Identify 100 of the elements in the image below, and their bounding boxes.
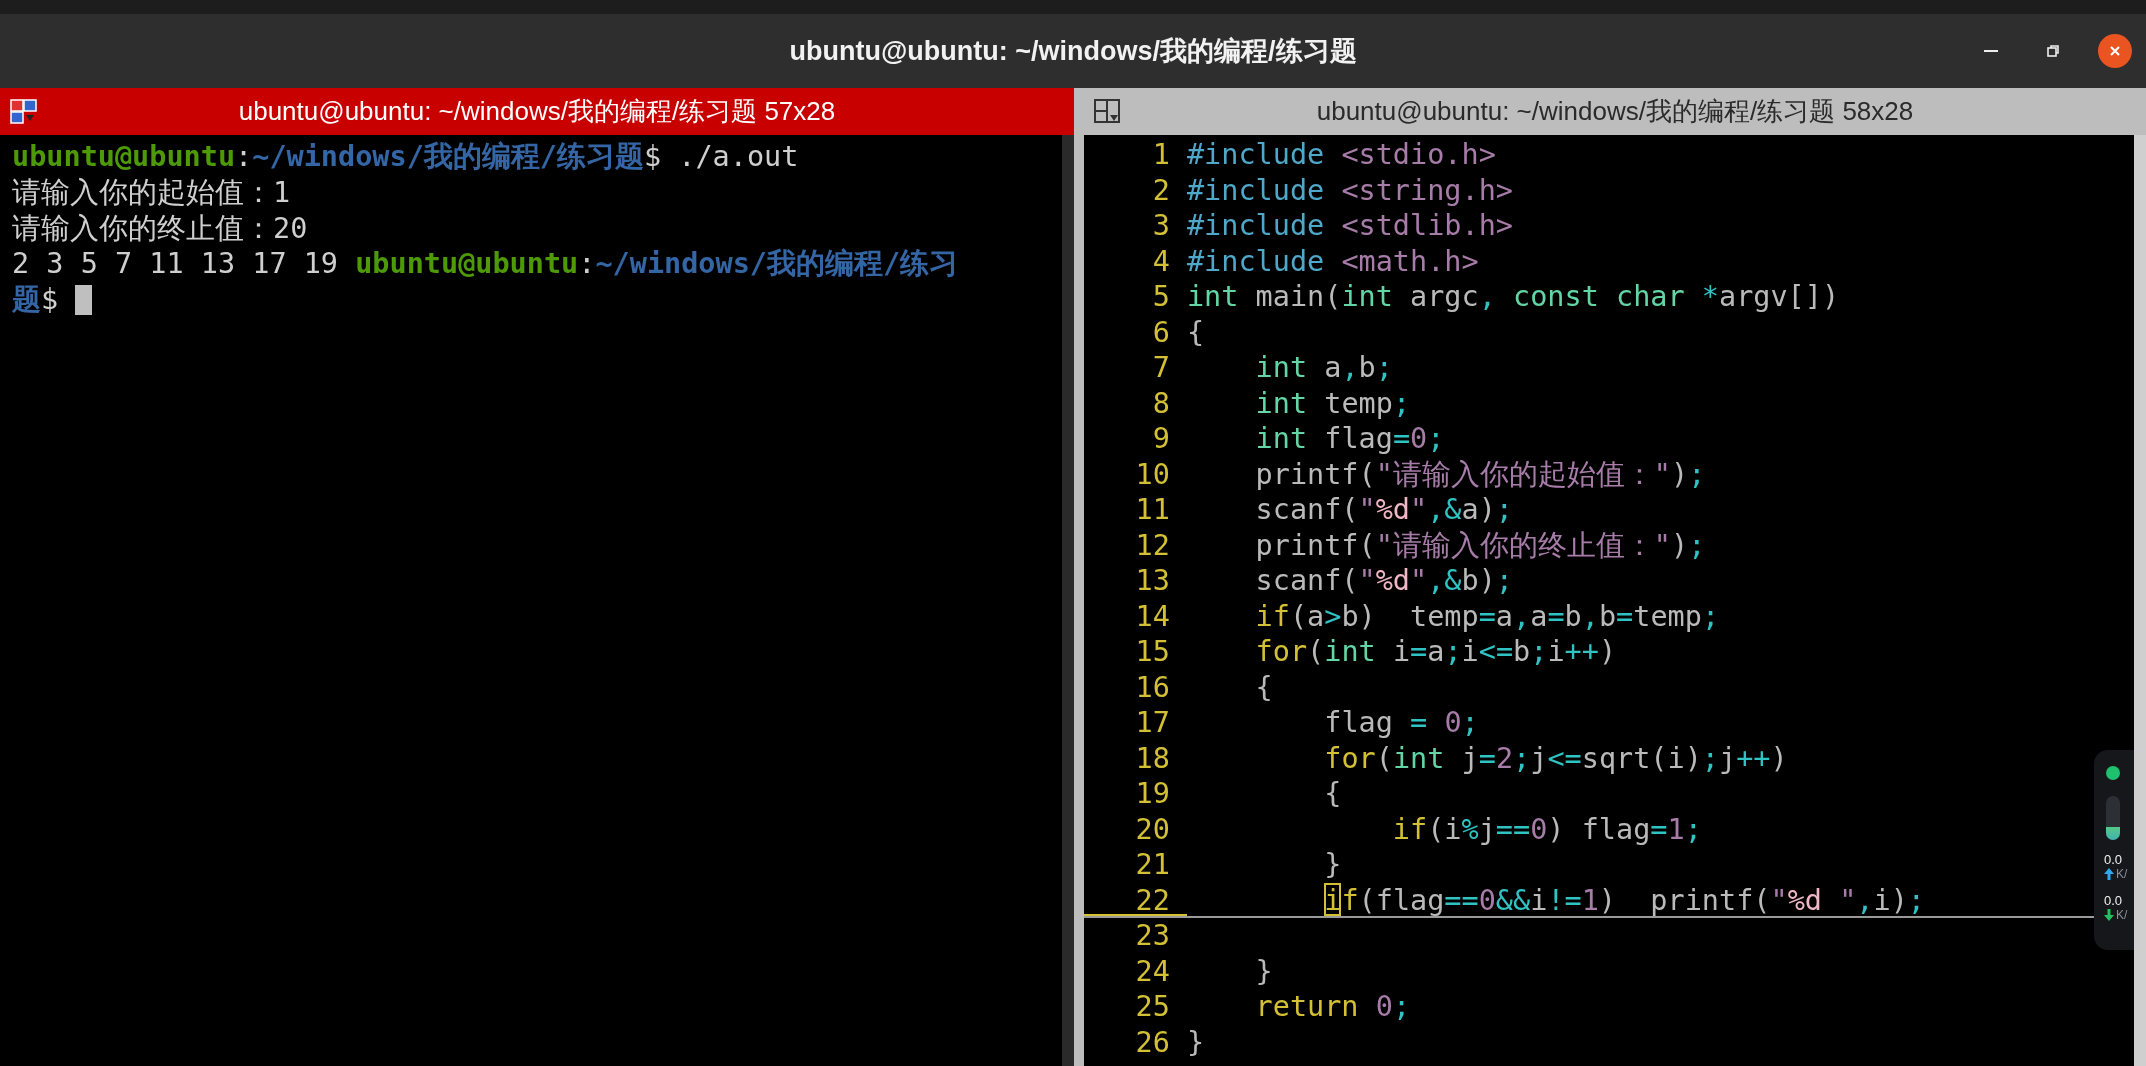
pane-header[interactable]: ubuntu@ubuntu: ~/windows/我的编程/练习题 58x28: [1084, 88, 2146, 135]
code-token: =: [1478, 598, 1496, 634]
terminal-grid-icon[interactable]: [1094, 98, 1122, 125]
code-token: {: [1255, 669, 1273, 705]
code-token: <math.h>: [1341, 243, 1479, 279]
line-number: 25: [1134, 989, 1171, 1025]
code-token: 1: [1667, 811, 1685, 847]
code-token: ;: [1392, 385, 1411, 421]
terminal-text: 请输入你的终止值：20: [12, 210, 308, 247]
code-token: <stdio.h>: [1341, 137, 1496, 173]
code-token: {: [1186, 314, 1205, 350]
code-token: "请输入你的起始值：": [1375, 456, 1671, 492]
code-token: ;: [1375, 350, 1393, 386]
code-token: >: [1324, 598, 1342, 634]
code-token: j: [1478, 811, 1496, 847]
line-number: 1: [1151, 137, 1171, 173]
code-token: <string.h>: [1341, 172, 1513, 208]
code-token: if: [1255, 598, 1290, 634]
code-token: ;: [1495, 492, 1514, 528]
code-token: sqrt(i): [1581, 740, 1702, 776]
code-token: ,: [1341, 350, 1359, 386]
code-token: ;: [1701, 598, 1720, 634]
line-number: 12: [1134, 527, 1171, 563]
up-arrow-icon: [2104, 868, 2114, 880]
line-number: 4: [1151, 243, 1171, 279]
code-token: #include: [1186, 137, 1325, 173]
code-token: ;: [1688, 456, 1706, 492]
code-token: b) temp: [1341, 598, 1479, 634]
code-token: ,: [1513, 598, 1531, 634]
code-token: if: [1392, 811, 1428, 847]
line-number: 23: [1134, 918, 1171, 954]
rate-value: 0.0: [2104, 893, 2123, 908]
terminal-text: :: [578, 246, 596, 283]
code-token: ): [1671, 527, 1689, 563]
code-token: b: [1513, 634, 1531, 670]
code-token: ": [1770, 882, 1788, 916]
code-token: ;: [1701, 740, 1719, 776]
scrollbar[interactable]: [2134, 135, 2146, 1066]
code-token: ;: [1461, 705, 1479, 741]
code-token: ): [1770, 740, 1788, 776]
code-token: ": [1410, 492, 1428, 528]
code-token: j: [1461, 740, 1479, 776]
code-token: 2: [1495, 740, 1514, 776]
prompt-path: ~/windows/我的编程/练习题: [252, 139, 644, 175]
code-token: #include: [1186, 208, 1325, 244]
code-token: scanf(: [1255, 492, 1359, 528]
code-token: const: [1513, 279, 1599, 315]
code-token: flag: [1324, 705, 1393, 741]
code-token: %: [1461, 811, 1479, 847]
code-token: ": [1410, 563, 1428, 599]
code-token: a: [1324, 350, 1342, 386]
usage-gauge: [2106, 796, 2120, 840]
code-token: a: [1495, 598, 1514, 634]
code-token: char: [1616, 279, 1685, 315]
code-token: ;: [1684, 811, 1702, 847]
line-number: 6: [1151, 314, 1171, 350]
terminal-text: $: [41, 282, 59, 318]
code-token: ;: [1444, 634, 1462, 670]
code-token: argc: [1410, 279, 1479, 315]
code-token: int: [1255, 350, 1308, 386]
code-token: a: [1427, 634, 1445, 670]
code-token: ,&: [1427, 563, 1462, 599]
code-token: int: [1392, 740, 1445, 776]
code-token: =: [1547, 598, 1565, 634]
code-token: =: [1392, 421, 1411, 457]
code-token: <=: [1478, 634, 1514, 670]
rate-unit: K/: [2116, 867, 2128, 881]
code-token: return: [1255, 989, 1359, 1025]
code-token: ) printf(: [1598, 882, 1771, 916]
code-token: ": [1839, 882, 1857, 916]
code-token: j: [1530, 740, 1548, 776]
code-token: for: [1324, 740, 1376, 776]
code-token: <=: [1547, 740, 1582, 776]
line-number: 7: [1151, 350, 1171, 386]
code-token: (: [1375, 740, 1393, 776]
code-token: (flag: [1358, 882, 1445, 916]
code-token: ==: [1495, 811, 1531, 847]
code-token: &&: [1495, 882, 1531, 916]
code-token: i): [1873, 882, 1908, 916]
code-token: (i: [1427, 811, 1462, 847]
scrollbar[interactable]: [1062, 135, 1074, 1066]
code-token: ,: [1581, 598, 1599, 634]
terminal-text: :: [235, 139, 253, 175]
prompt-user: ubuntu@ubuntu: [355, 246, 579, 283]
prompt-path: ~/windows/我的编程/练习: [595, 246, 959, 283]
pane-header[interactable]: ubuntu@ubuntu: ~/windows/我的编程/练习题 57x28: [0, 88, 1074, 135]
code-token: i: [1392, 634, 1411, 670]
code-token: ++: [1736, 740, 1771, 776]
code-token: ,&: [1427, 492, 1462, 528]
code-token: %d: [1375, 492, 1411, 528]
code-token: i: [1461, 634, 1479, 670]
code-token: }: [1186, 1024, 1205, 1060]
close-button[interactable]: [2098, 34, 2132, 68]
code-token: =: [1410, 634, 1428, 670]
line-number: 22: [1084, 882, 1187, 916]
code-token: ;: [1427, 421, 1445, 457]
minimize-icon: [1984, 50, 1998, 52]
terminal-grid-icon[interactable]: [10, 98, 38, 125]
line-number: 21: [1134, 847, 1171, 883]
code-token: int: [1186, 279, 1239, 315]
